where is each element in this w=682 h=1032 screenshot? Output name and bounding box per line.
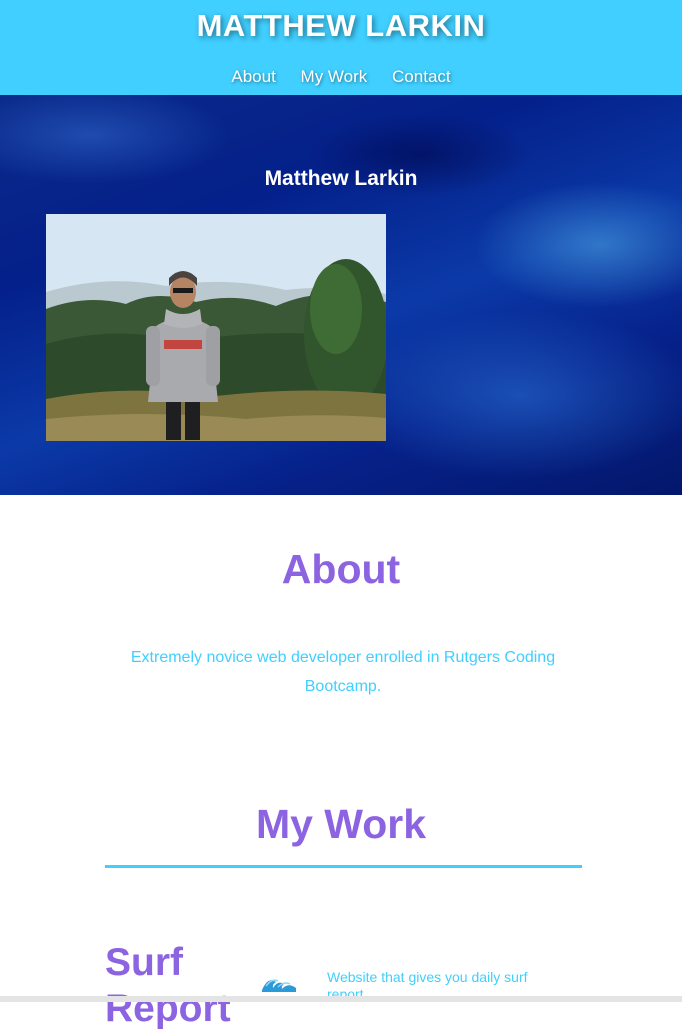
nav-link-about[interactable]: About (231, 67, 275, 86)
hero-banner: Matthew Larkin (0, 95, 682, 495)
project-title[interactable]: Surf Report (105, 940, 245, 1032)
section-divider (105, 865, 582, 868)
about-heading: About (281, 546, 401, 592)
site-title: MATTHEW LARKIN (196, 8, 486, 43)
about-text: Extremely novice web developer enrolled … (130, 649, 556, 695)
nav-link-contact[interactable]: Contact (392, 67, 451, 86)
window-bottom-edge (0, 996, 682, 1002)
nav-link-my-work[interactable]: My Work (301, 67, 368, 86)
profile-photo-image (46, 214, 386, 441)
hero-name: Matthew Larkin (264, 167, 418, 190)
my-work-heading: My Work (255, 801, 427, 847)
profile-photo (46, 214, 386, 441)
wave-icon (260, 972, 298, 994)
site-header: MATTHEW LARKIN About My Work Contact (0, 0, 682, 95)
main-nav: About My Work Contact (0, 67, 682, 87)
